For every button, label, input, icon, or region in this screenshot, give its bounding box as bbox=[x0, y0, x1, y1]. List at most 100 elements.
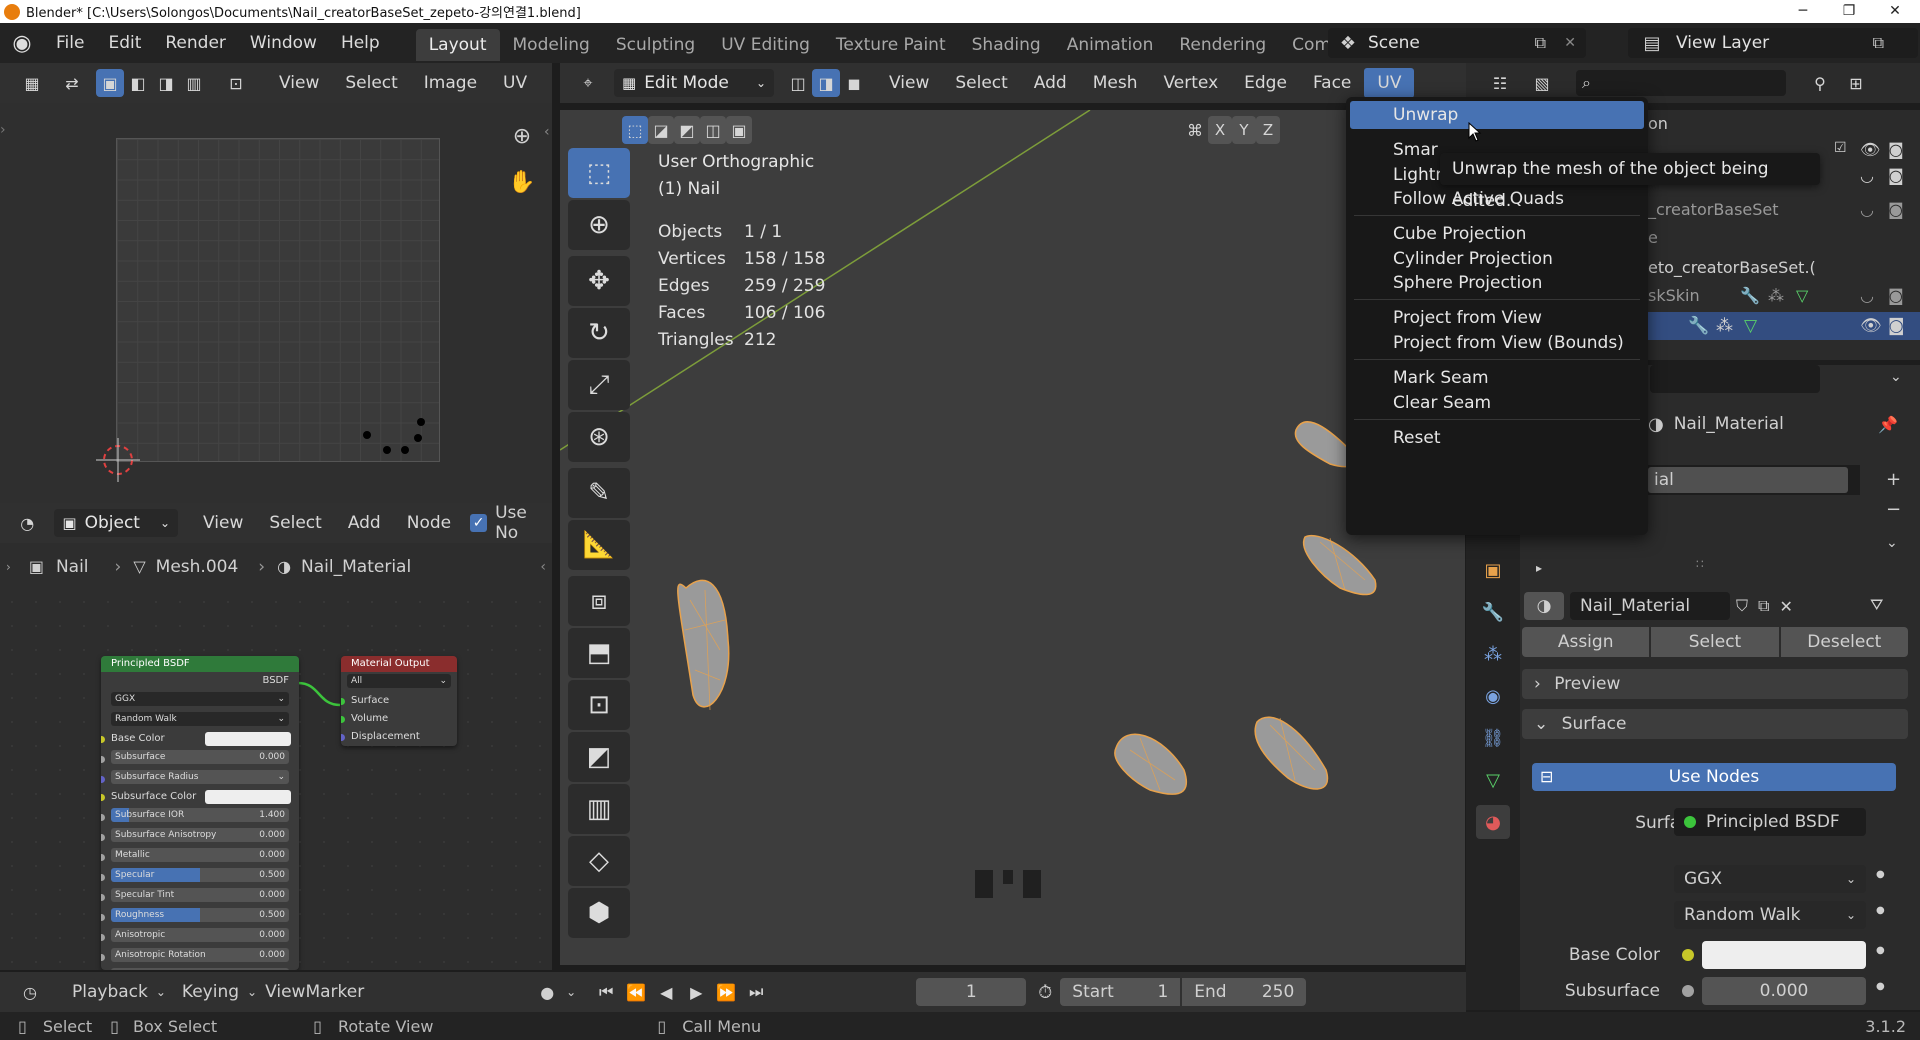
viewport-editor-icon[interactable]: ⌖ bbox=[574, 69, 602, 97]
menu-edit[interactable]: Edit bbox=[96, 23, 153, 63]
input-socket[interactable] bbox=[101, 934, 105, 941]
menu-item-cube-projection[interactable]: Cube Projection bbox=[1346, 220, 1648, 248]
input-field[interactable]: Metallic 0.000 bbox=[111, 848, 289, 862]
input-socket[interactable] bbox=[101, 874, 105, 881]
input-field[interactable]: Anisotropic Rotation 0.000 bbox=[111, 948, 289, 962]
data-tab-icon[interactable]: ▽ bbox=[1476, 763, 1510, 797]
tab-layout[interactable]: Layout bbox=[415, 29, 500, 61]
keyframe-dot-icon[interactable]: ● bbox=[1876, 981, 1885, 992]
sticky-select-icon[interactable]: ⊡ bbox=[222, 69, 250, 97]
tab-shading[interactable]: Shading bbox=[959, 29, 1054, 61]
bsdf-input-row[interactable]: Anisotropic 0.000 bbox=[101, 928, 299, 946]
distribution-dropdown[interactable]: GGX ⌄ bbox=[111, 692, 289, 706]
rotate-tool-icon[interactable]: ↻ bbox=[568, 308, 630, 358]
input-field[interactable]: Roughness 0.500 bbox=[111, 908, 289, 922]
tab-sculpting[interactable]: Sculpting bbox=[603, 29, 708, 61]
distribution-dropdown[interactable]: GGX ⌄ bbox=[1674, 865, 1866, 893]
close-button[interactable]: ✕ bbox=[1872, 0, 1918, 23]
add-slot-icon[interactable]: + bbox=[1886, 469, 1901, 490]
zoom-icon[interactable]: ⊕ bbox=[504, 118, 540, 154]
shader-editor-icon[interactable]: ◔ bbox=[14, 509, 40, 537]
maximize-button[interactable]: ❐ bbox=[1826, 0, 1872, 23]
input-field[interactable]: Subsurface IOR 1.400 bbox=[111, 808, 289, 822]
material-slot-selected[interactable]: ial bbox=[1648, 467, 1848, 493]
outliner-editor-icon[interactable]: ☷ bbox=[1486, 69, 1514, 97]
surface-shader-field[interactable]: Principled BSDF bbox=[1674, 808, 1866, 836]
camera-icon[interactable]: ◙ bbox=[1888, 166, 1904, 185]
object-type-dropdown[interactable]: ▣ Object ⌄ bbox=[54, 509, 179, 537]
timeline-menu-playback[interactable]: Playback bbox=[64, 982, 156, 1002]
transform-tool-icon[interactable]: ⊛ bbox=[568, 412, 630, 462]
bsdf-input-row[interactable]: Subsurface Anisotropy 0.000 bbox=[101, 828, 299, 846]
node-editor-canvas[interactable]: Principled BSDF BSDF GGX ⌄ Random Walk ⌄ B… bbox=[0, 590, 552, 970]
chevron-down-icon[interactable]: ⌄ bbox=[1886, 535, 1898, 551]
face-select-icon[interactable]: ◨ bbox=[152, 69, 180, 97]
face-select-mode-icon[interactable]: ◼ bbox=[840, 69, 868, 97]
knife-tool-icon[interactable]: ◇ bbox=[568, 836, 630, 886]
object-tab-icon[interactable]: ▣ bbox=[1476, 553, 1510, 587]
material-slot-row[interactable]: ◑ Nail_Material 📌 bbox=[1648, 410, 1898, 438]
add-cube-tool-icon[interactable]: ⧈ bbox=[568, 576, 630, 626]
remove-slot-icon[interactable]: − bbox=[1886, 499, 1901, 520]
outliner-row-selected[interactable]: 🔧 ⁂ ▽ 👁 ◙ bbox=[1648, 312, 1920, 340]
uv-menu-image[interactable]: Image bbox=[411, 73, 490, 93]
viewport-menu-face[interactable]: Face bbox=[1300, 73, 1364, 93]
jump-end-icon[interactable]: ⏭ bbox=[744, 978, 768, 1006]
eye-icon[interactable]: 👁 bbox=[1860, 316, 1882, 336]
next-keyframe-icon[interactable]: ⏩ bbox=[714, 978, 738, 1006]
timeline-menu-view[interactable]: View bbox=[265, 982, 305, 1002]
bsdf-input-row[interactable]: Base Color bbox=[101, 730, 299, 748]
menu-item-project-from-view[interactable]: Project from View bbox=[1346, 304, 1648, 332]
tab-animation[interactable]: Animation bbox=[1054, 29, 1167, 61]
bsdf-input-row[interactable]: Anisotropic Rotation 0.000 bbox=[101, 948, 299, 966]
menu-window[interactable]: Window bbox=[238, 23, 329, 63]
material-datablock[interactable]: ◑ Nail_Material ⛉ ⧉ ✕ bbox=[1524, 591, 1874, 621]
copy-view-layer-icon[interactable]: ⧉ bbox=[1873, 33, 1884, 53]
input-socket[interactable] bbox=[101, 834, 105, 841]
play-reverse-icon[interactable]: ◀ bbox=[654, 978, 678, 1006]
output-socket-displacement[interactable]: Displacement bbox=[341, 728, 457, 746]
input-socket[interactable] bbox=[101, 736, 105, 743]
outliner-row[interactable]: eto_creatorBaseSet.( bbox=[1648, 254, 1920, 282]
current-frame-field[interactable]: 1 bbox=[916, 978, 1027, 1006]
mirror-y-toggle[interactable]: Y bbox=[1232, 116, 1256, 144]
edge-select-mode-icon[interactable]: ◨ bbox=[812, 69, 840, 97]
menu-item-reset[interactable]: Reset bbox=[1346, 424, 1648, 452]
uv-menu-uv[interactable]: UV bbox=[490, 73, 540, 93]
expand-icon[interactable]: › bbox=[6, 560, 11, 574]
color-swatch[interactable] bbox=[205, 732, 291, 746]
editor-type-icon[interactable]: ▦ bbox=[18, 69, 46, 97]
new-collection-icon[interactable]: ⊞ bbox=[1842, 69, 1870, 97]
bsdf-input-row[interactable]: Specular Tint 0.000 bbox=[101, 888, 299, 906]
viewport-menu-add[interactable]: Add bbox=[1021, 73, 1080, 93]
input-socket[interactable] bbox=[101, 854, 105, 861]
mode-dropdown[interactable]: ▦ Edit Mode ⌄ bbox=[614, 69, 774, 97]
bsdf-input-row[interactable]: Subsurface 0.000 bbox=[101, 750, 299, 768]
mirror-z-toggle[interactable]: Z bbox=[1256, 116, 1280, 144]
move-tool-icon[interactable]: ✥ bbox=[568, 256, 630, 306]
scene-selector[interactable]: ❖ Scene ⧉ ✕ bbox=[1328, 28, 1586, 58]
hidden-eye-icon[interactable]: ◡ bbox=[1860, 282, 1874, 310]
sync-selection-icon[interactable]: ⇄ bbox=[58, 69, 86, 97]
constraints-tab-icon[interactable]: ⛓ bbox=[1476, 721, 1510, 755]
stopwatch-icon[interactable]: ⏱ bbox=[1038, 982, 1052, 1003]
use-nodes-checkbox[interactable]: ✓ bbox=[470, 514, 488, 532]
keyframe-dot-icon[interactable]: ● bbox=[1876, 945, 1885, 956]
node-menu-select[interactable]: Select bbox=[256, 513, 334, 533]
auto-keying-icon[interactable]: ● bbox=[540, 983, 554, 1002]
jump-start-icon[interactable]: ⏮ bbox=[594, 978, 618, 1006]
menu-item-project-from-view-bounds[interactable]: Project from View (Bounds) bbox=[1346, 329, 1648, 357]
preview-panel-header[interactable]: › Preview bbox=[1522, 669, 1908, 699]
loop-cut-tool-icon[interactable]: ▥ bbox=[568, 784, 630, 834]
menu-render[interactable]: Render bbox=[153, 23, 238, 63]
camera-icon[interactable]: ◙ bbox=[1888, 196, 1904, 224]
select-button[interactable]: Select bbox=[1651, 627, 1779, 657]
use-nodes-button[interactable]: ⊟ Use Nodes bbox=[1532, 763, 1896, 791]
bsdf-input-row[interactable]: Subsurface Color bbox=[101, 788, 299, 806]
play-icon[interactable]: ▶ bbox=[684, 978, 708, 1006]
input-field[interactable]: Subsurface 0.000 bbox=[111, 750, 289, 764]
mirror-options-icon[interactable]: ⌘ bbox=[1182, 116, 1208, 144]
hidden-eye-icon[interactable]: ◡ bbox=[1860, 196, 1874, 224]
timeline-menu-marker[interactable]: Marker bbox=[305, 982, 364, 1002]
bsdf-input-row[interactable]: Subsurface IOR 1.400 bbox=[101, 808, 299, 826]
